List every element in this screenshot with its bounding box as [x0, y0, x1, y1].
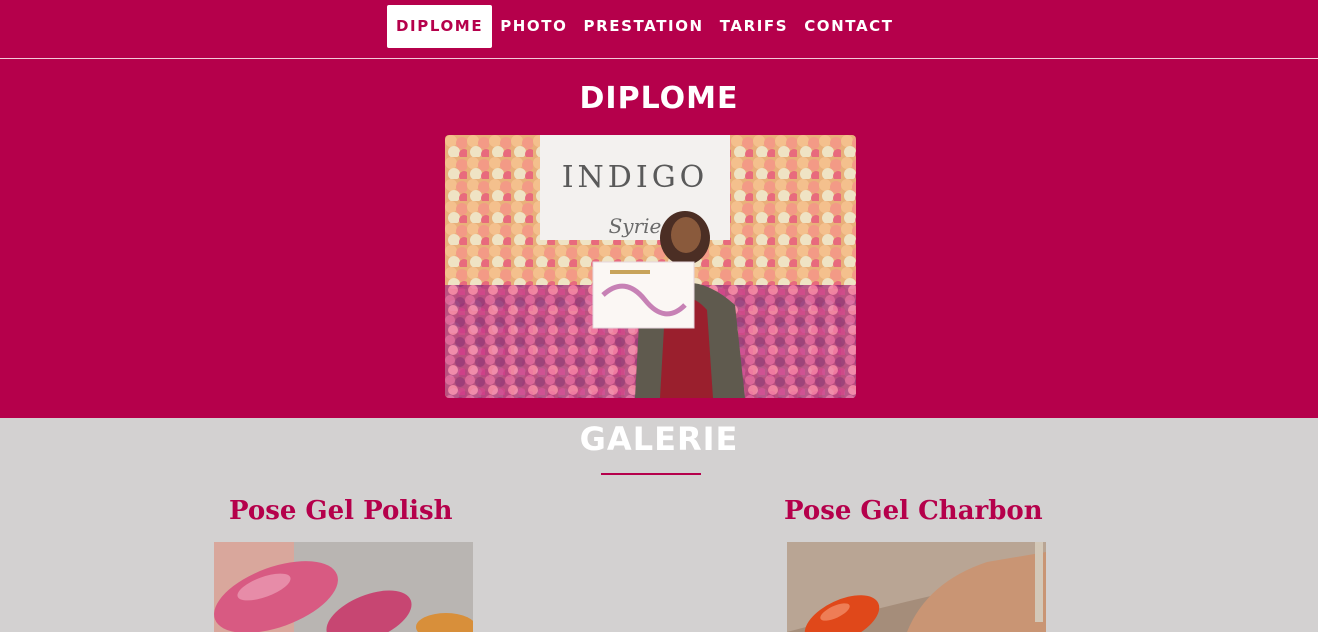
diplome-section: DIPLOME INDIGO Syrie	[0, 59, 1318, 418]
top-nav-bar: DIPLOME PHOTO PRESTATION TARIFS CONTACT	[0, 0, 1318, 59]
nav-item-prestation[interactable]: PRESTATION	[575, 5, 711, 48]
diplome-title: DIPLOME	[579, 81, 739, 116]
gallery-title: GALERIE	[579, 420, 739, 458]
gel-polish-illustration	[214, 542, 473, 632]
gel-charbon-photo[interactable]	[787, 542, 1046, 632]
main-nav: DIPLOME PHOTO PRESTATION TARIFS CONTACT	[387, 5, 902, 48]
svg-text:Syrie: Syrie	[609, 214, 662, 238]
diploma-photo: INDIGO Syrie	[445, 135, 856, 398]
svg-text:INDIGO: INDIGO	[562, 160, 709, 195]
card-title-gel-polish: Pose Gel Polish	[229, 496, 453, 526]
nav-item-diplome[interactable]: DIPLOME	[387, 5, 493, 48]
gel-charbon-illustration	[787, 542, 1046, 632]
card-title-gel-charbon: Pose Gel Charbon	[784, 496, 1043, 526]
gel-polish-photo[interactable]	[214, 542, 473, 632]
nav-item-photo[interactable]: PHOTO	[492, 5, 575, 48]
gallery-title-underline	[601, 473, 701, 475]
diploma-photo-illustration: INDIGO Syrie	[445, 135, 856, 398]
nav-item-tarifs[interactable]: TARIFS	[712, 5, 796, 48]
nav-item-contact[interactable]: CONTACT	[796, 5, 901, 48]
